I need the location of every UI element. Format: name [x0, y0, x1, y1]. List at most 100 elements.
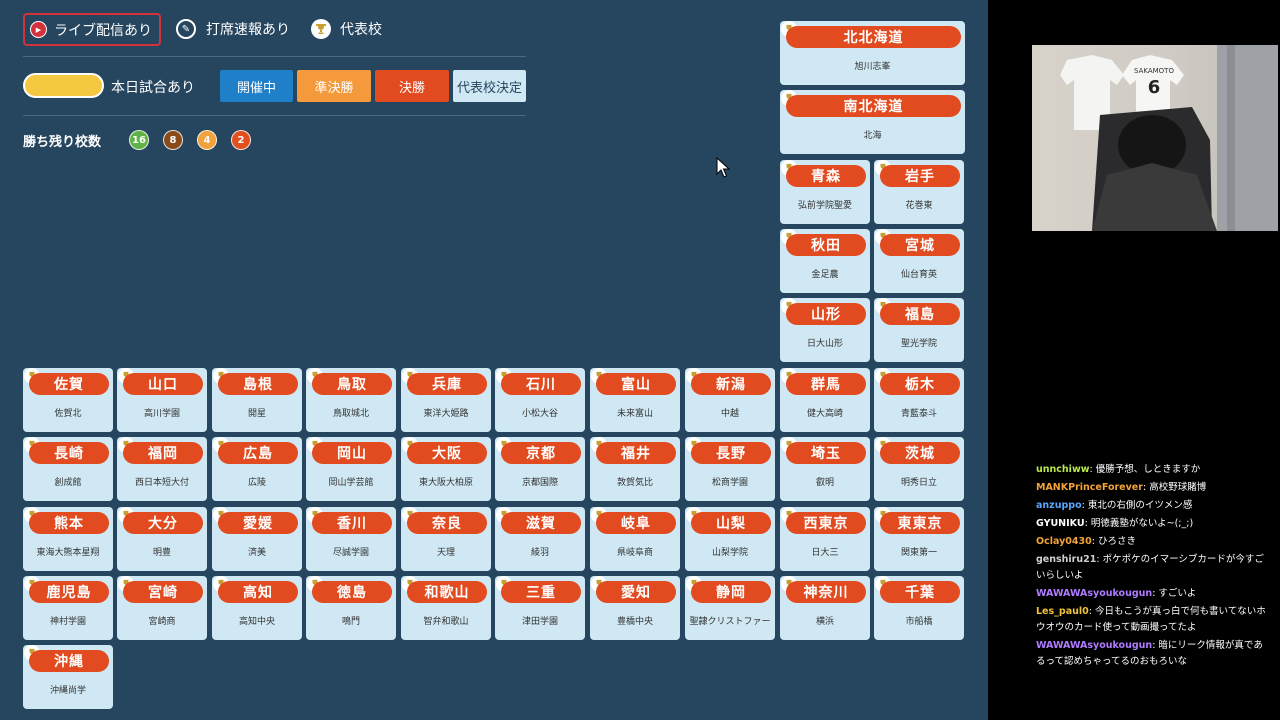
final-status-button[interactable]: 決勝: [375, 70, 449, 102]
school-name: 日大山形: [806, 339, 843, 349]
at-bat-legend[interactable]: ✎ 打席速報あり: [176, 19, 290, 39]
pref-card[interactable]: 熊本 東海大熊本星翔: [23, 507, 113, 571]
pref-card[interactable]: 愛知 豊橋中央: [590, 576, 680, 640]
pref-card[interactable]: 徳島 鳴門: [306, 576, 396, 640]
pref-card-minami-hokkaido[interactable]: 南北海道 北海: [780, 90, 965, 154]
pref-name: 愛知: [596, 581, 676, 603]
pref-card[interactable]: 埼玉 叡明: [780, 437, 870, 501]
pref-name: 大阪: [407, 442, 487, 464]
pref-card[interactable]: 千葉 市船橋: [874, 576, 964, 640]
pref-card[interactable]: 滋賀 綾羽: [495, 507, 585, 571]
pref-card[interactable]: 西東京 日大三: [780, 507, 870, 571]
pref-card[interactable]: 広島 広陵: [212, 437, 302, 501]
chat-username[interactable]: MANKPrinceForever: [1036, 482, 1143, 493]
pref-card[interactable]: 山口 高川学園: [117, 368, 207, 432]
pref-card[interactable]: 島根 開星: [212, 368, 302, 432]
pref-name: 北北海道: [786, 26, 961, 48]
school-name: 東大阪大柏原: [418, 478, 473, 488]
pref-name: 岐阜: [596, 512, 676, 534]
school-name: 鳥取城北: [332, 409, 369, 419]
pref-card[interactable]: 富山 未来富山: [590, 368, 680, 432]
pref-card[interactable]: 大分 明豊: [117, 507, 207, 571]
chat-message: Oclay0430: ひろさき: [1036, 534, 1272, 550]
pref-card[interactable]: 新潟 中越: [685, 368, 775, 432]
pref-card[interactable]: 三重 津田学園: [495, 576, 585, 640]
pref-name: 南北海道: [786, 95, 961, 117]
pref-card[interactable]: 石川 小松大谷: [495, 368, 585, 432]
chat-username[interactable]: WAWAWAsyoukougun: [1036, 640, 1152, 651]
pref-card[interactable]: 山梨 山梨学院: [685, 507, 775, 571]
pref-card[interactable]: 長野 松商学園: [685, 437, 775, 501]
pref-card[interactable]: 福岡 西日本短大付: [117, 437, 207, 501]
pref-name: 大分: [123, 512, 203, 534]
school-name: 明豊: [152, 548, 171, 558]
pref-card[interactable]: 岡山 岡山学芸館: [306, 437, 396, 501]
pref-card[interactable]: 青森 弘前学院聖愛: [780, 160, 870, 224]
pref-card[interactable]: 福井 敦賀気比: [590, 437, 680, 501]
pref-card[interactable]: 福島 聖光学院: [874, 298, 964, 362]
ongoing-status-button[interactable]: 開催中: [220, 70, 293, 102]
pref-card[interactable]: 鳥取 鳥取城北: [306, 368, 396, 432]
chat-message: WAWAWAsyoukougun: すごいよ: [1036, 586, 1272, 602]
pref-card[interactable]: 宮城 仙台育英: [874, 229, 964, 293]
pref-name: 秋田: [786, 234, 866, 256]
pref-card[interactable]: 宮崎 宮崎商: [117, 576, 207, 640]
chat-username[interactable]: WAWAWAsyoukougun: [1036, 588, 1152, 599]
chat-text: ひろさき: [1097, 536, 1136, 547]
pref-card[interactable]: 長崎 創成館: [23, 437, 113, 501]
chat-username[interactable]: Oclay0430: [1036, 536, 1092, 547]
pref-name: 茨城: [880, 442, 960, 464]
school-name: 聖光学院: [900, 339, 937, 349]
pref-card[interactable]: 沖縄 沖縄尚学: [23, 645, 113, 709]
pref-name: 和歌山: [407, 581, 487, 603]
pref-card[interactable]: 佐賀 佐賀北: [23, 368, 113, 432]
school-name: 市船橋: [905, 617, 933, 627]
school-name: 明秀日立: [900, 478, 937, 488]
live-stream-legend[interactable]: ▶ ライブ配信あり: [23, 13, 161, 46]
pref-name: 奈良: [407, 512, 487, 534]
pref-card[interactable]: 鹿児島 神村学園: [23, 576, 113, 640]
pref-card[interactable]: 兵庫 東洋大姫路: [401, 368, 491, 432]
pref-card[interactable]: 静岡 聖隷クリストファー: [685, 576, 775, 640]
school-name: 津田学園: [521, 617, 558, 627]
school-name: 沖縄尚学: [49, 686, 86, 696]
pref-card[interactable]: 茨城 明秀日立: [874, 437, 964, 501]
pref-card[interactable]: 高知 高知中央: [212, 576, 302, 640]
chat-username[interactable]: Les_paul0: [1036, 606, 1089, 617]
pref-card[interactable]: 香川 尽誠学園: [306, 507, 396, 571]
chat-text: すごいよ: [1158, 588, 1197, 599]
pref-name: 西東京: [786, 512, 866, 534]
pref-card-kita-hokkaido[interactable]: 北北海道 旭川志峯: [780, 21, 965, 85]
school-name: 敦賀気比: [616, 478, 653, 488]
chat-message: MANKPrinceForever: 高校野球賭博: [1036, 480, 1272, 496]
pref-card[interactable]: 秋田 金足農: [780, 229, 870, 293]
semifinal-status-button[interactable]: 準決勝: [297, 70, 371, 102]
chat-message: WAWAWAsyoukougun: 暗にリーク情報が真であるって認めちゃってるの…: [1036, 638, 1272, 670]
pref-card[interactable]: 群馬 健大高崎: [780, 368, 870, 432]
pref-card[interactable]: 京都 京都国際: [495, 437, 585, 501]
pref-card[interactable]: 岐阜 県岐阜商: [590, 507, 680, 571]
pref-card[interactable]: 奈良 天理: [401, 507, 491, 571]
pref-card[interactable]: 愛媛 済美: [212, 507, 302, 571]
chat-username[interactable]: genshiru21: [1036, 554, 1096, 565]
decided-status-button[interactable]: 代表校決定: [453, 70, 526, 102]
remaining-schools-label: 勝ち残り校数: [23, 135, 102, 150]
remaining-count-8: 8: [163, 130, 183, 150]
school-name: 県岐阜商: [616, 548, 653, 558]
pref-card[interactable]: 岩手 花巻東: [874, 160, 964, 224]
pref-name: 岡山: [312, 442, 392, 464]
pref-card[interactable]: 大阪 東大阪大柏原: [401, 437, 491, 501]
pref-card[interactable]: 栃木 青藍泰斗: [874, 368, 964, 432]
representative-legend[interactable]: 代表校: [311, 19, 382, 39]
school-name: 済美: [247, 548, 266, 558]
chat-username[interactable]: unnchiww: [1036, 464, 1090, 475]
pref-card[interactable]: 山形 日大山形: [780, 298, 870, 362]
pen-icon: ✎: [176, 19, 196, 39]
pref-card[interactable]: 東東京 関東第一: [874, 507, 964, 571]
pref-card[interactable]: 和歌山 智弁和歌山: [401, 576, 491, 640]
chat-username[interactable]: GYUNIKU: [1036, 518, 1085, 529]
chat-username[interactable]: anzuppo: [1036, 500, 1082, 511]
pref-name: 佐賀: [29, 373, 109, 395]
pref-card[interactable]: 神奈川 横浜: [780, 576, 870, 640]
shirt-text: SAKAMOTO: [1134, 67, 1174, 75]
